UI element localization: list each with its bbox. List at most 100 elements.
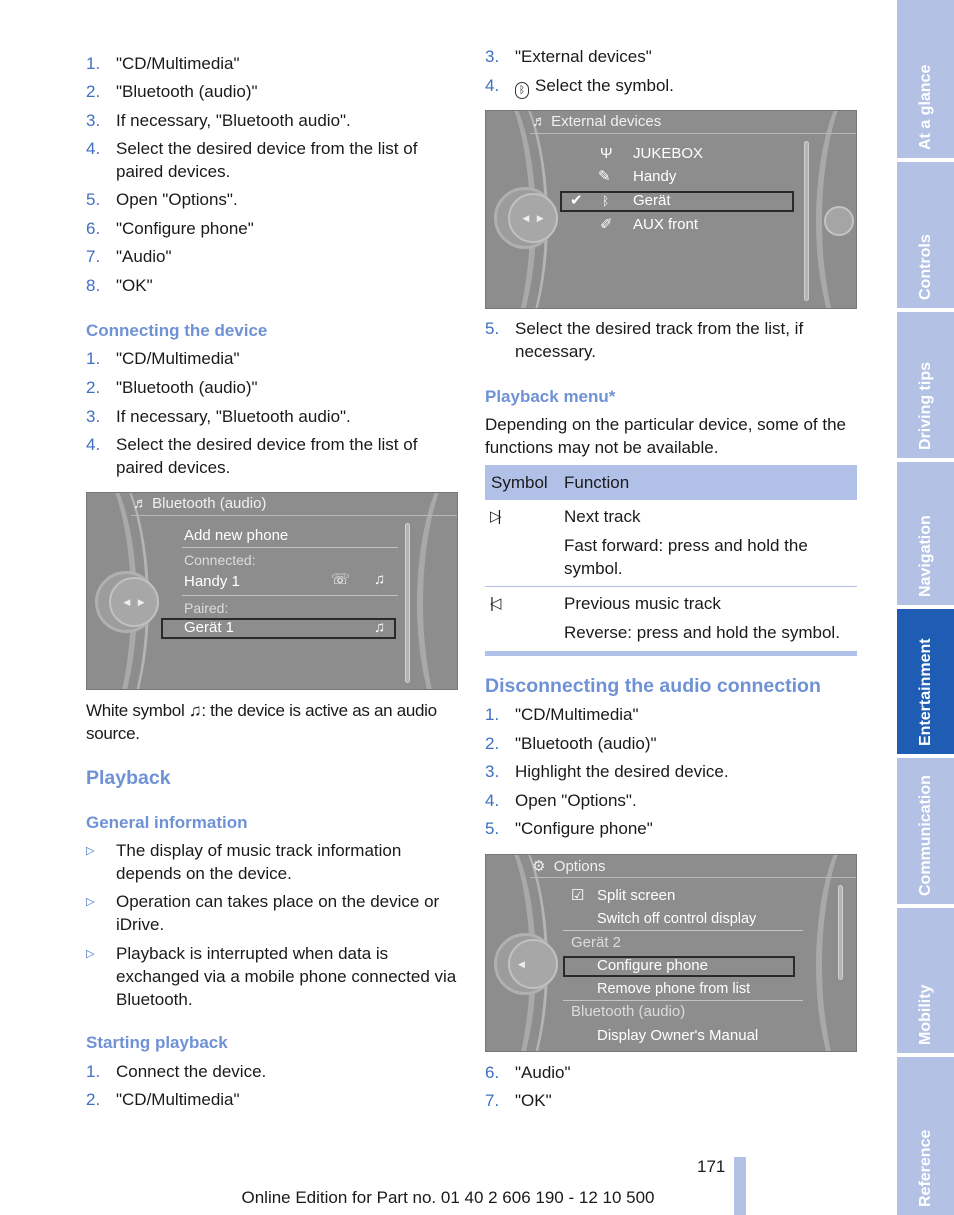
bullet-text: Operation can takes place on the device … [116,892,440,934]
item-number: 8. [86,276,101,295]
options-icon: ⚙ [532,858,554,875]
tab-at-a-glance[interactable]: At a glance [897,0,954,158]
item-text: Highlight the desired device. [515,762,729,781]
item-text: ᛒ Select the symbol. [515,74,857,99]
item-text: If necessary, "Bluetooth audio". [116,111,351,130]
item-text: "CD/Multimedia" [116,1090,240,1109]
playback-menu-text: Depending on the particular device, some… [485,415,847,457]
right-column: 3. "External devices" 4. ᛒ Select the symbo… [485,0,857,1215]
item-number: 3. [485,47,500,66]
item-number: 3. [86,111,101,130]
item-text: "Audio" [116,247,172,266]
geraet-2-label: Gerät 2 [571,934,622,951]
tab-driving-tips[interactable]: Driving tips [897,312,954,458]
item-number: 4. [86,435,101,454]
item-text: "CD/Multimedia" [116,349,240,368]
connected-label: Connected: [184,552,256,568]
side-button-icon [824,206,854,236]
item-text: "Bluetooth (audio)" [515,734,657,753]
function-description: Reverse: press and hold the symbol. [564,623,840,642]
phone-icon: ✎ [598,168,611,185]
idrive-screenshot-bluetooth-audio: ♬ Bluetooth (audio) Add new phone Connec… [86,492,458,690]
item-text: "Audio" [515,1063,571,1082]
tab-entertainment[interactable]: Entertainment [897,609,954,754]
left-column: 1. "CD/Multimedia" 2. "Bluetooth (audio)" … [86,0,458,1215]
tab-label: Controls [916,234,934,300]
item-number: 5. [485,319,500,338]
menu-aux-front: AUX front [633,216,699,233]
tab-label: Entertainment [916,638,934,746]
previous-track-icon: |◁ [490,595,501,612]
item-number: 1. [86,349,101,368]
item-number: 5. [485,819,500,838]
usb-icon: Ψ [600,145,613,162]
starting-playback-heading: Starting playback [86,1033,228,1052]
triangle-bullet-icon: ▷ [86,948,95,960]
menu-configure-phone: Configure phone [597,957,708,974]
symbol-table: Symbol Function ▷| Next track Fast forwa… [485,465,857,656]
item-number: 4. [86,139,101,158]
menu-handy: Handy [633,168,677,185]
next-track-icon: ▷| [490,508,502,525]
menu-switch-off-display: Switch off control display [597,911,757,927]
controller-knob-icon: ◀ ▶ [508,193,558,243]
aux-plug-icon: ✐ [600,216,613,233]
table-header: Symbol Function [485,465,857,500]
item-text: Select the desired device from the list … [116,435,418,477]
menu-remove-phone: Remove phone from list [597,981,751,997]
tab-controls[interactable]: Controls [897,162,954,308]
tab-label: At a glance [916,64,934,150]
tab-label: Communication [916,775,934,896]
phone-icon: ☏ [331,571,350,588]
item-text: "Configure phone" [515,819,653,838]
item-number: 1. [86,54,101,73]
item-number: 2. [86,1090,101,1109]
checkbox-checked-icon: ☑ [571,887,585,904]
item-number: 3. [485,762,500,781]
item-text: "Bluetooth (audio)" [116,82,258,101]
function-description: Fast forward: press and hold the symbol. [564,536,808,578]
item-number: 4. [485,76,500,95]
bluetooth-symbol-icon: ᛒ [515,82,529,99]
bullet-text: The display of music track information d… [116,841,402,883]
item-number: 6. [86,219,101,238]
bluetooth-icon: ᛒ [602,194,610,208]
media-icon: ♬ [133,495,153,512]
bullet-text: Playback is interrupted when data is exc… [116,944,457,1009]
header-function: Function [564,473,630,492]
item-number: 5. [86,190,101,209]
menu-add-new-phone: Add new phone [184,527,289,544]
screen-title: ♬ External devices [532,113,661,130]
tab-navigation[interactable]: Navigation [897,462,954,605]
tab-communication[interactable]: Communication [897,758,954,904]
idrive-screenshot-options: ⚙ Options ☑ Split screen Switch off cont… [485,854,857,1052]
tab-label: Navigation [916,515,934,597]
screen-title-text: Options [553,858,606,875]
controller-knob-icon: ◀ ▶ [109,577,159,627]
disconnecting-heading: Disconnecting the audio connection [485,675,821,697]
tab-label: Driving tips [916,361,934,450]
item-text: Select the desired device from the list … [116,139,418,181]
music-note-icon: ♫ [374,619,386,636]
item-text: "Configure phone" [116,219,254,238]
item-number: 7. [86,247,101,266]
general-information-heading: General information [86,813,248,832]
tab-mobility[interactable]: Mobility [897,908,954,1053]
item-text-label: Select the symbol. [535,76,674,95]
menu-geraet-1: Gerät 1 [184,619,235,636]
item-text: Open "Options". [116,190,238,209]
music-note-icon: ♫ [188,701,202,720]
media-icon: ♬ [532,113,552,130]
item-text: Open "Options". [515,791,637,810]
note-text: White symbol [86,701,189,720]
item-text: "External devices" [515,47,652,66]
white-symbol-note: White symbol ♫: the device is active as … [86,699,458,745]
tab-reference[interactable]: Reference [897,1057,954,1215]
triangle-bullet-icon: ▷ [86,845,95,857]
item-number: 2. [86,82,101,101]
item-number: 2. [86,378,101,397]
screen-title: ♬ Bluetooth (audio) [133,495,266,512]
page-number: 171 [697,1157,726,1176]
item-text: "OK" [515,1091,552,1110]
item-text: "CD/Multimedia" [515,705,639,724]
